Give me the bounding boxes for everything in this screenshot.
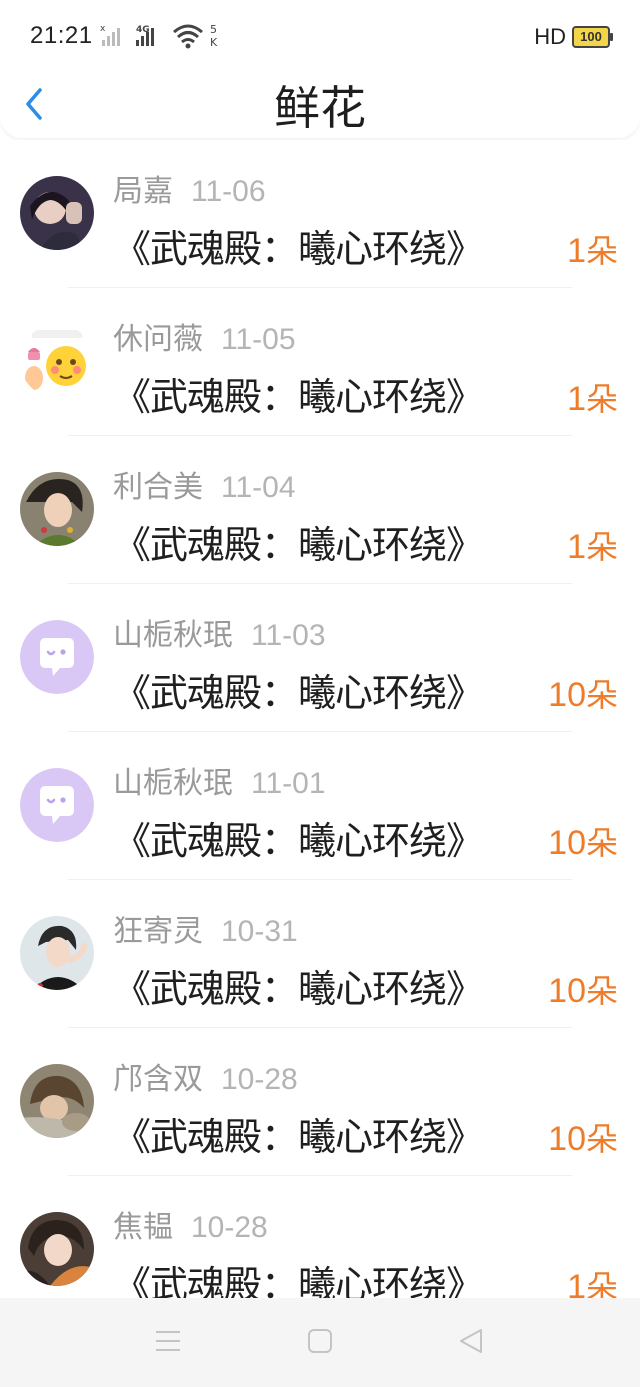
app-header: 21:21 x 4G 5 K HD 100 鲜花 [0, 0, 640, 138]
flower-count: 1朵 [567, 1268, 618, 1298]
book-title: 《武魂殿：曦心环绕》 [113, 671, 484, 715]
sender-name: 利合美 [113, 470, 203, 505]
back-triangle-icon[interactable] [453, 1326, 489, 1356]
send-date: 11-01 [251, 767, 326, 800]
default-avatar-icon[interactable] [20, 620, 94, 694]
sender-line: 邝含双 10-28 [113, 1054, 298, 1098]
menu-icon[interactable] [150, 1326, 186, 1356]
avatar[interactable] [20, 324, 94, 398]
avatar[interactable] [20, 176, 94, 250]
flower-count: 10朵 [548, 676, 618, 714]
list-item[interactable]: 狂寄灵 10-31 《武魂殿：曦心环绕》 10朵 [0, 880, 640, 1028]
send-date: 10-28 [191, 1211, 268, 1244]
flower-count: 10朵 [548, 1120, 618, 1158]
hd-indicator: HD [534, 24, 566, 49]
send-date: 11-05 [221, 323, 296, 356]
book-title: 《武魂殿：曦心环绕》 [113, 1263, 484, 1298]
home-square-icon[interactable] [302, 1326, 338, 1356]
sender-name: 山栀秋珉 [113, 766, 233, 801]
book-title: 《武魂殿：曦心环绕》 [113, 227, 484, 271]
sender-name: 山栀秋珉 [113, 618, 233, 653]
book-title: 《武魂殿：曦心环绕》 [113, 819, 484, 863]
flower-count: 1朵 [567, 232, 618, 270]
list-item[interactable]: 休问薇 11-05 《武魂殿：曦心环绕》 1朵 [0, 288, 640, 436]
list-item[interactable]: 山栀秋珉 11-01 《武魂殿：曦心环绕》 10朵 [0, 732, 640, 880]
list-item[interactable]: 山栀秋珉 11-03 《武魂殿：曦心环绕》 10朵 [0, 584, 640, 732]
list-item[interactable]: 焦韫 10-28 《武魂殿：曦心环绕》 1朵 [0, 1176, 640, 1298]
avatar[interactable] [20, 1212, 94, 1286]
sender-line: 焦韫 10-28 [113, 1202, 268, 1246]
status-right: HD 100 [534, 24, 613, 50]
send-date: 10-28 [221, 1063, 298, 1096]
sender-name: 狂寄灵 [113, 914, 203, 949]
battery-icon: 100 [572, 26, 613, 48]
book-title: 《武魂殿：曦心环绕》 [113, 523, 484, 567]
avatar[interactable] [20, 1064, 94, 1138]
send-date: 11-06 [191, 175, 266, 208]
sender-line: 利合美 11-04 [113, 462, 296, 506]
flower-list: 局嘉 11-06 《武魂殿：曦心环绕》 1朵 休问薇 11-05 《武魂殿：曦心环绕… [0, 140, 640, 1298]
flower-count: 1朵 [567, 528, 618, 566]
signal-wifi-icons: x 4G 5 K [100, 23, 218, 49]
svg-text:x: x [100, 24, 106, 34]
list-item[interactable]: 利合美 11-04 《武魂殿：曦心环绕》 1朵 [0, 436, 640, 584]
sender-name: 焦韫 [113, 1210, 173, 1245]
book-title: 《武魂殿：曦心环绕》 [113, 375, 484, 419]
page-title: 鲜花 [274, 81, 366, 135]
sender-line: 局嘉 11-06 [113, 166, 266, 210]
svg-text:5: 5 [210, 23, 217, 36]
list-item[interactable]: 局嘉 11-06 《武魂殿：曦心环绕》 1朵 [0, 140, 640, 288]
avatar[interactable] [20, 916, 94, 990]
book-title: 《武魂殿：曦心环绕》 [113, 967, 484, 1011]
list-item[interactable]: 邝含双 10-28 《武魂殿：曦心环绕》 10朵 [0, 1028, 640, 1176]
sender-line: 山栀秋珉 11-03 [113, 610, 326, 654]
sender-line: 山栀秋珉 11-01 [113, 758, 326, 802]
avatar[interactable] [20, 472, 94, 546]
flower-count: 1朵 [567, 380, 618, 418]
send-date: 10-31 [221, 915, 298, 948]
send-date: 11-04 [221, 471, 296, 504]
flower-count: 10朵 [548, 972, 618, 1010]
default-avatar-icon[interactable] [20, 768, 94, 842]
sender-name: 邝含双 [113, 1062, 203, 1097]
sender-line: 休问薇 11-05 [113, 314, 296, 358]
sender-name: 休问薇 [113, 322, 203, 357]
flower-count: 10朵 [548, 824, 618, 862]
status-time: 21:21 [30, 22, 93, 49]
send-date: 11-03 [251, 619, 326, 652]
book-title: 《武魂殿：曦心环绕》 [113, 1115, 484, 1159]
sender-line: 狂寄灵 10-31 [113, 906, 298, 950]
sender-name: 局嘉 [113, 174, 173, 209]
system-nav-bar [0, 1298, 640, 1387]
svg-text:K: K [210, 36, 218, 49]
status-bar: 21:21 x 4G 5 K HD 100 [0, 0, 640, 70]
